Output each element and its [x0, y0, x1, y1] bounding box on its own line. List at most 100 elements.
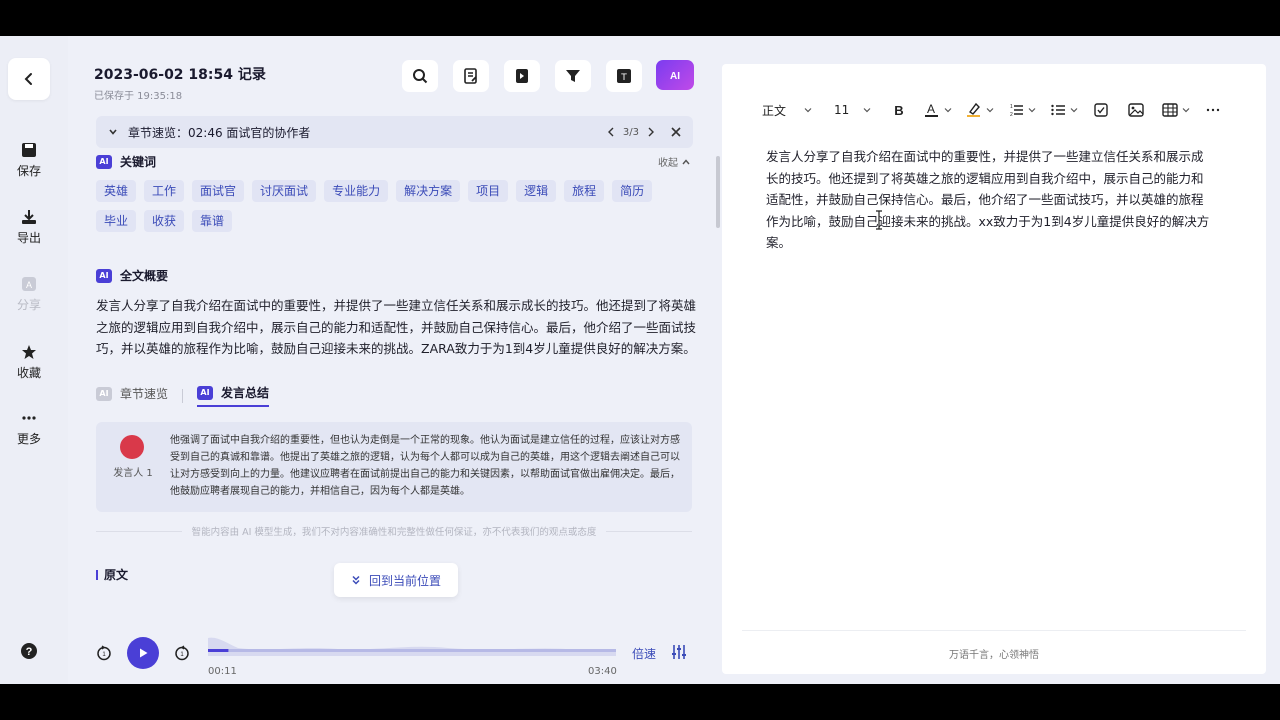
speaker-summary-card: 发言人 1 他强调了面试中自我介绍的重要性，但也认为走倒是一个正常的现象。他认为… — [96, 422, 692, 512]
chevron-down-icon — [804, 108, 812, 113]
download-icon — [22, 210, 36, 224]
editor-content[interactable]: 发言人分享了自我介绍在面试中的重要性，并提供了一些建立信任关系和展示成长的技巧。… — [766, 146, 1214, 254]
chevron-down-icon — [986, 108, 994, 113]
help-icon[interactable]: ? — [20, 642, 38, 660]
more-icon[interactable] — [1206, 108, 1220, 112]
keyword-tag[interactable]: 简历 — [612, 180, 653, 202]
saved-status: 已保存于 19:35:18 — [94, 91, 183, 102]
rewind-icon[interactable]: 1 — [96, 645, 112, 661]
keyword-tag[interactable]: 解决方案 — [396, 180, 461, 202]
forward-icon[interactable]: 1 — [174, 645, 190, 661]
audio-waveform[interactable] — [208, 634, 616, 656]
keyword-tag[interactable]: 面试官 — [192, 180, 245, 202]
svg-text:AI: AI — [670, 71, 680, 82]
image-icon[interactable] — [1128, 103, 1144, 117]
svg-text:1: 1 — [1010, 104, 1013, 110]
chevron-down-icon — [1028, 108, 1036, 113]
sidebar-item-label: 导出 — [16, 231, 41, 245]
play-button[interactable] — [127, 637, 159, 669]
text-color-icon: A — [925, 102, 938, 117]
page-title: 2023-06-02 18:54 记录 — [94, 67, 266, 83]
svg-text:1: 1 — [180, 652, 184, 658]
speaker-name: 发言人 1 — [113, 468, 153, 479]
scrollbar[interactable] — [716, 156, 720, 228]
translate-button[interactable]: T — [606, 60, 642, 92]
speaker-summary-text: 他强调了面试中自我介绍的重要性，但也认为走倒是一个正常的现象。他认为面试是建立信… — [170, 435, 680, 497]
style-label: 正文 — [762, 103, 787, 118]
current-time: 00:11 — [208, 666, 237, 677]
search-button[interactable] — [402, 60, 438, 92]
keyword-tag[interactable]: 专业能力 — [324, 180, 389, 202]
bold-icon[interactable]: B — [892, 103, 906, 117]
keyword-tag[interactable]: 靠谱 — [192, 210, 233, 232]
ordered-list-icon: 12 — [1010, 104, 1023, 118]
table-button[interactable] — [1162, 100, 1190, 120]
svg-text:2: 2 — [1010, 112, 1013, 118]
ai-assistant-button[interactable]: AI — [656, 60, 694, 90]
speed-button[interactable]: 倍速 — [632, 645, 656, 662]
more-icon — [22, 416, 36, 420]
keyword-tags: 英雄 工作 面试官 讨厌面试 专业能力 解决方案 项目 逻辑 旅程 简历 毕业 … — [96, 180, 696, 232]
keyword-tag[interactable]: 工作 — [144, 180, 185, 202]
sidebar-item-label: 分享 — [16, 298, 41, 312]
avatar — [120, 435, 144, 459]
back-button[interactable] — [8, 58, 50, 100]
svg-text:T: T — [620, 73, 627, 83]
ordered-list-button[interactable]: 12 — [1008, 100, 1036, 120]
close-icon[interactable] — [671, 127, 681, 137]
back-to-current-label: 回到当前位置 — [368, 573, 441, 588]
sidebar-item-save[interactable]: 保存 — [0, 142, 58, 179]
chevron-up-icon — [682, 158, 690, 164]
keyword-tag[interactable]: 讨厌面试 — [252, 180, 317, 202]
share-icon: A — [22, 277, 36, 291]
screen-top-border — [0, 0, 1280, 36]
sidebar-item-share[interactable]: A 分享 — [0, 276, 58, 313]
sidebar-item-favorite[interactable]: 收藏 — [0, 344, 58, 381]
keyword-tag[interactable]: 逻辑 — [516, 180, 557, 202]
chevron-down-icon — [944, 108, 952, 113]
text-cursor-icon — [876, 210, 882, 230]
keyword-tag[interactable]: 收获 — [144, 210, 185, 232]
collapse-button[interactable]: 收起 — [658, 154, 690, 169]
equalizer-icon[interactable] — [672, 644, 686, 660]
tab-speech-summary[interactable]: AI 发言总结 — [197, 384, 270, 407]
back-to-current-button[interactable]: 回到当前位置 — [334, 563, 458, 597]
sidebar-item-export[interactable]: 导出 — [0, 209, 58, 246]
chevron-down-icon[interactable] — [108, 127, 118, 137]
checkbox-icon[interactable] — [1094, 103, 1108, 117]
chevron-left-icon — [24, 73, 32, 85]
divider — [96, 530, 182, 532]
chapter-page: 3/3 — [622, 126, 639, 138]
export-file-icon — [516, 69, 528, 83]
highlight-button[interactable] — [966, 100, 994, 120]
summary-heading: AI 全文概要 — [96, 267, 168, 284]
collapse-label: 收起 — [658, 158, 678, 169]
summary-text: 发言人分享了自我介绍在面试中的重要性，并提供了一些建立信任关系和展示成长的技巧。… — [96, 298, 697, 356]
highlighter-icon — [967, 102, 980, 117]
ai-disclaimer: 智能内容由 AI 模型生成，我们不对内容准确性和完整性做任何保证，亦不代表我们的… — [96, 524, 692, 538]
export-doc-button[interactable] — [504, 60, 540, 92]
translate-icon: T — [617, 69, 631, 83]
editor-footer: 万语千言，心领神悟 — [949, 650, 1039, 661]
editor-toolbar: 正文 11 B A 12 — [762, 100, 1220, 120]
chevron-left-icon[interactable] — [607, 127, 615, 137]
sidebar-item-more[interactable]: 更多 — [0, 410, 58, 447]
font-size-select[interactable]: 11 — [834, 100, 886, 120]
table-icon — [1162, 103, 1178, 117]
chapter-overview-bar[interactable]: 章节速览：02:46 面试官的协作者 3/3 — [96, 116, 693, 148]
doc-edit-button[interactable] — [453, 60, 489, 92]
keyword-tag[interactable]: 项目 — [468, 180, 509, 202]
chevron-right-icon[interactable] — [647, 127, 655, 137]
text-color-button[interactable]: A — [924, 100, 952, 120]
svg-text:A: A — [927, 102, 935, 116]
bullet-list-button[interactable] — [1050, 100, 1078, 120]
tab-chapters[interactable]: AI 章节速览 — [96, 385, 168, 406]
ai-badge-icon: AI — [96, 154, 112, 169]
keyword-tag[interactable]: 英雄 — [96, 180, 137, 202]
style-select[interactable]: 正文 — [762, 100, 826, 120]
svg-text:B: B — [894, 103, 903, 117]
keyword-tag[interactable]: 旅程 — [564, 180, 605, 202]
chevron-down-icon — [1182, 108, 1190, 113]
keyword-tag[interactable]: 毕业 — [96, 210, 137, 232]
filter-button[interactable] — [555, 60, 591, 92]
